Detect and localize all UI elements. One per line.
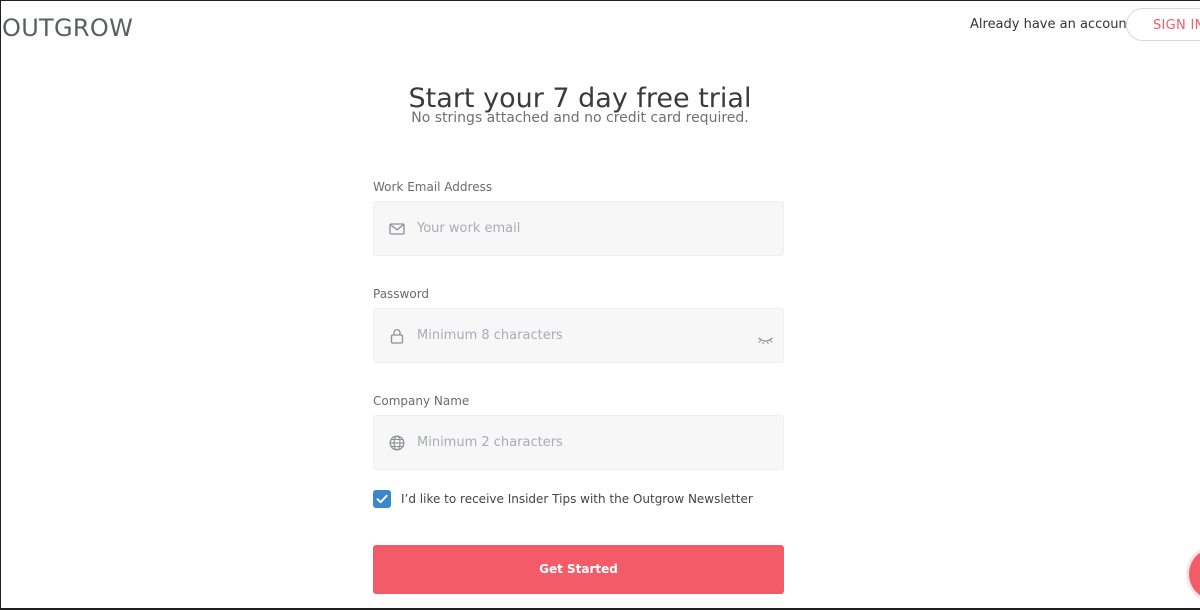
company-field-container — [373, 415, 784, 470]
globe-icon — [388, 434, 406, 452]
lock-icon — [388, 327, 406, 345]
outgrow-logo[interactable]: OUTGROW — [2, 12, 133, 44]
account-prompt: Already have an account? — [970, 17, 1139, 32]
password-input[interactable] — [417, 309, 747, 362]
newsletter-label[interactable]: I’d like to receive Insider Tips with th… — [401, 491, 753, 507]
mail-icon — [388, 220, 406, 238]
sign-in-button[interactable]: SIGN IN — [1126, 8, 1200, 41]
window-top-border — [0, 0, 1200, 1]
email-field-container — [373, 201, 784, 256]
get-started-button[interactable]: Get Started — [373, 545, 784, 594]
company-label: Company Name — [373, 394, 470, 408]
email-input[interactable] — [417, 202, 747, 255]
checkmark-icon — [376, 494, 388, 504]
password-label: Password — [373, 287, 430, 301]
page-subtitle: No strings attached and no credit card r… — [411, 110, 749, 126]
newsletter-checkbox[interactable] — [373, 490, 391, 508]
company-input[interactable] — [417, 416, 747, 469]
eye-closed-icon[interactable] — [757, 331, 774, 345]
email-label: Work Email Address — [373, 180, 493, 194]
password-field-container — [373, 308, 784, 363]
